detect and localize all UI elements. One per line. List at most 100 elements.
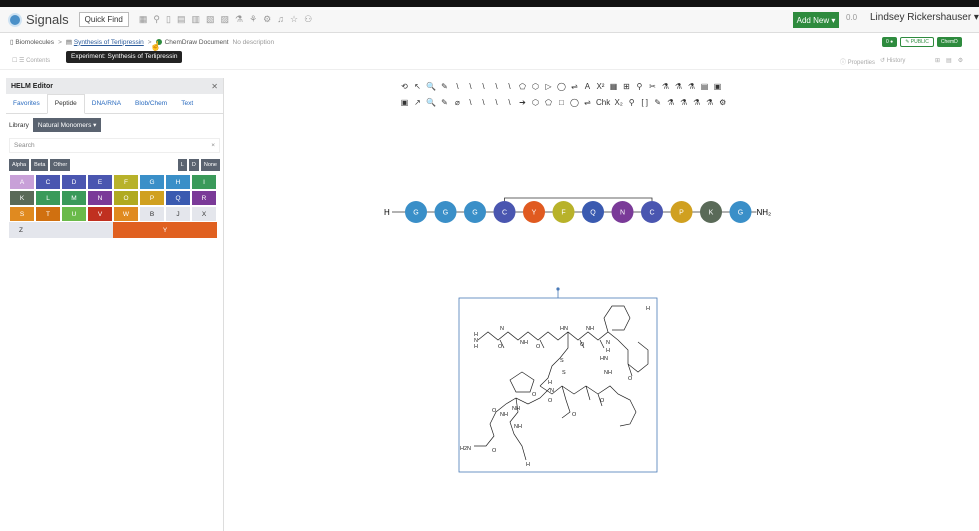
chemdraw-tool-row2-22-icon[interactable]: ⚗ xyxy=(692,98,701,107)
chemdraw-tool-row1-6-icon[interactable]: \ xyxy=(479,82,488,91)
chemdraw-tool-row1-3-icon[interactable]: ✎ xyxy=(440,82,449,91)
residue-3-circle[interactable] xyxy=(493,201,516,223)
add-new-button[interactable]: Add New ▾ xyxy=(793,12,839,28)
chemdraw-tool-row1-5-icon[interactable]: \ xyxy=(466,82,475,91)
residue-1-circle[interactable] xyxy=(434,201,457,223)
chemdraw-tool-row1-24-icon[interactable]: ▣ xyxy=(713,82,722,91)
filter-other-button[interactable]: Other xyxy=(50,159,71,171)
contents-button[interactable]: ☐ ☰ Contents xyxy=(12,57,50,64)
chemdraw-pill[interactable]: ChemD xyxy=(936,37,962,47)
monomer-i[interactable]: I xyxy=(191,174,217,190)
flask-icon[interactable]: ⚗ xyxy=(235,14,243,25)
residue-8-circle[interactable] xyxy=(641,201,663,223)
chemdraw-tool-row1-2-icon[interactable]: 🔍 xyxy=(426,82,436,91)
residue-0-circle[interactable] xyxy=(405,201,427,223)
chemdraw-tool-row2-0-icon[interactable]: ▣ xyxy=(400,98,409,107)
comments-pill[interactable]: 0 ● xyxy=(882,37,898,47)
monomer-j[interactable]: J xyxy=(165,206,191,222)
residue-4-circle[interactable] xyxy=(523,201,545,223)
signals-logo[interactable]: Signals xyxy=(8,12,69,27)
filter-beta-button[interactable]: Beta xyxy=(31,159,49,171)
chemdraw-tool-row2-24-icon[interactable]: ⚙ xyxy=(718,98,727,107)
chemdraw-tool-row1-19-icon[interactable]: ✂ xyxy=(648,82,657,91)
chemdraw-tool-row1-15-icon[interactable]: X² xyxy=(596,82,605,91)
quick-find-button[interactable]: Quick Find xyxy=(78,12,129,27)
monomer-q[interactable]: Q xyxy=(165,190,191,206)
chemdraw-tool-row2-9-icon[interactable]: ➔ xyxy=(518,98,527,107)
chemdraw-tool-row2-7-icon[interactable]: \ xyxy=(492,98,501,107)
chemdraw-tool-row2-10-icon[interactable]: ⬡ xyxy=(531,98,540,107)
chemdraw-tool-row1-21-icon[interactable]: ⚗ xyxy=(674,82,683,91)
monomer-d[interactable]: D xyxy=(61,174,87,190)
chemdraw-tool-row2-21-icon[interactable]: ⚗ xyxy=(679,98,688,107)
chemdraw-tool-row1-14-icon[interactable]: A xyxy=(583,82,592,91)
breadcrumb-biomolecules[interactable]: Biomolecules xyxy=(15,39,54,46)
chemdraw-tool-row1-17-icon[interactable]: ⊞ xyxy=(622,82,631,91)
chemdraw-tool-row2-19-icon[interactable]: ✎ xyxy=(653,98,662,107)
chemdraw-tool-row1-20-icon[interactable]: ⚗ xyxy=(661,82,670,91)
close-icon[interactable]: ✕ xyxy=(211,82,218,91)
monomer-c[interactable]: C xyxy=(35,174,61,190)
monomer-e[interactable]: E xyxy=(87,174,113,190)
properties-button[interactable]: ⓘ Properties xyxy=(840,57,875,66)
library-dropdown[interactable]: Natural Monomers ▾ xyxy=(32,118,102,132)
monomer-r[interactable]: R xyxy=(191,190,217,206)
chemdraw-tool-row1-10-icon[interactable]: ⬡ xyxy=(531,82,540,91)
table-icon[interactable]: ▥ xyxy=(191,14,200,25)
monomer-search-input[interactable]: Search × xyxy=(9,138,220,153)
chemdraw-tool-row1-12-icon[interactable]: ◯ xyxy=(557,82,566,91)
share-icon[interactable]: ⚘ xyxy=(249,14,257,25)
star-icon[interactable]: ☆ xyxy=(290,14,298,25)
user-group-icon[interactable]: ⚇ xyxy=(304,14,312,25)
residue-11-circle[interactable] xyxy=(729,201,752,223)
chemdraw-tool-row2-14-icon[interactable]: ⇌ xyxy=(583,98,592,107)
chemdraw-tool-row2-23-icon[interactable]: ⚗ xyxy=(705,98,714,107)
rotate-handle-dot[interactable] xyxy=(556,287,560,291)
history-button[interactable]: ↺ History xyxy=(880,57,905,64)
chemdraw-tool-row1-0-icon[interactable]: ⟲ xyxy=(400,82,409,91)
monomer-k[interactable]: K xyxy=(9,190,35,206)
chemdraw-tool-row2-20-icon[interactable]: ⚗ xyxy=(666,98,675,107)
grid-icon[interactable]: ▦ xyxy=(139,14,148,25)
chemdraw-tool-row1-23-icon[interactable]: ▤ xyxy=(700,82,709,91)
residue-2-circle[interactable] xyxy=(464,201,486,223)
tab-text[interactable]: Text xyxy=(174,94,200,114)
chemdraw-tool-row2-5-icon[interactable]: \ xyxy=(466,98,475,107)
monomer-u[interactable]: U xyxy=(61,206,87,222)
document-icon[interactable]: ▯ xyxy=(166,14,171,25)
chemdraw-tool-row2-4-icon[interactable]: ⌀ xyxy=(453,98,462,107)
chemdraw-tool-row1-13-icon[interactable]: ⇌ xyxy=(570,82,579,91)
chemdraw-tool-row1-11-icon[interactable]: ▷ xyxy=(544,82,553,91)
chemdraw-tool-row2-6-icon[interactable]: \ xyxy=(479,98,488,107)
tab-blob-chem[interactable]: Blob/Chem xyxy=(128,94,174,114)
chemdraw-tool-row2-12-icon[interactable]: □ xyxy=(557,98,566,107)
tab-dna-rna[interactable]: DNA/RNA xyxy=(85,94,128,114)
monomer-m[interactable]: M xyxy=(61,190,87,206)
monomer-f[interactable]: F xyxy=(113,174,139,190)
chemdraw-tool-row2-2-icon[interactable]: 🔍 xyxy=(426,98,436,107)
selection-box[interactable] xyxy=(458,297,658,473)
filter-none-button[interactable]: None xyxy=(200,159,220,171)
monomer-o[interactable]: O xyxy=(113,190,139,206)
chemdraw-tool-row1-18-icon[interactable]: ⚲ xyxy=(635,82,644,91)
view-options-icons[interactable]: ⊞▤⚙ xyxy=(935,57,969,64)
chemdraw-tool-row2-18-icon[interactable]: [ ] xyxy=(640,98,649,107)
filter-alpha-button[interactable]: Alpha xyxy=(9,159,30,171)
chemdraw-tool-row2-13-icon[interactable]: ◯ xyxy=(570,98,579,107)
user-menu[interactable]: Lindsey Rickershauser ▾ xyxy=(870,12,979,23)
chemdraw-tool-row1-1-icon[interactable]: ↖ xyxy=(413,82,422,91)
monomer-n[interactable]: N xyxy=(87,190,113,206)
monomer-b[interactable]: B xyxy=(139,206,165,222)
layout-icon[interactable]: ▨ xyxy=(220,14,229,25)
public-pill[interactable]: ✎ PUBLIC xyxy=(900,37,934,47)
chemdraw-tool-row2-1-icon[interactable]: ↗ xyxy=(413,98,422,107)
tab-favorites[interactable]: Favorites xyxy=(6,94,47,114)
chemdraw-tool-row1-8-icon[interactable]: \ xyxy=(505,82,514,91)
monomer-x[interactable]: X xyxy=(191,206,217,222)
chart-icon[interactable]: ▧ xyxy=(206,14,215,25)
residue-10-circle[interactable] xyxy=(700,201,722,223)
filter-l-button[interactable]: L xyxy=(177,159,187,171)
chemdraw-tool-row2-17-icon[interactable]: ⚲ xyxy=(627,98,636,107)
monomer-y[interactable]: Y xyxy=(113,222,217,238)
chemdraw-tool-row2-16-icon[interactable]: X₂ xyxy=(614,98,623,107)
